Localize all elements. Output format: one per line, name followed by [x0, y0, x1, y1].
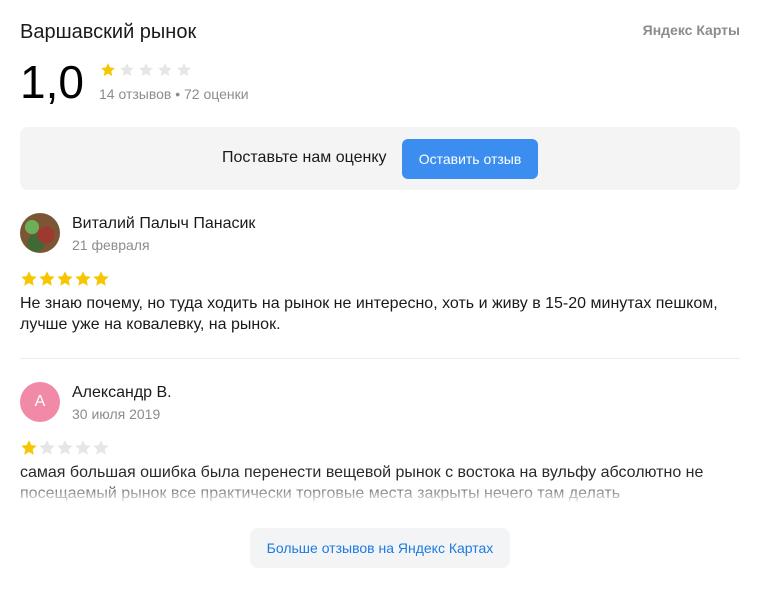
star-empty-icon [57, 440, 73, 455]
star-empty-icon [177, 63, 191, 76]
star-empty-icon [120, 63, 134, 76]
star-filled-icon [21, 271, 37, 286]
star-empty-icon [75, 440, 91, 455]
review-date: 21 февраля [72, 237, 150, 253]
review-stars [20, 270, 110, 288]
star-empty-icon [93, 440, 109, 455]
review-author: Виталий Палыч Панасик [72, 215, 256, 232]
star-empty-icon [139, 63, 153, 76]
rate-us-panel: Поставьте нам оценку Оставить отзыв [20, 127, 740, 190]
avatar: А [20, 382, 60, 422]
avatar [20, 213, 60, 253]
star-filled-icon [21, 440, 37, 455]
star-empty-icon [39, 440, 55, 455]
divider [20, 358, 740, 359]
yandex-maps-brand[interactable]: Яндекс Карты [643, 22, 740, 38]
place-name: Варшавский рынок [20, 21, 197, 43]
review-stars [20, 439, 110, 457]
review-text: Не знаю почему, но туда ходить на рынок … [20, 295, 718, 333]
star-empty-icon [158, 63, 172, 76]
rating-value: 1,0 [20, 56, 84, 108]
star-filled-icon [57, 271, 73, 286]
star-filled-icon [39, 271, 55, 286]
header: Варшавский рынок Яндекс Карты [20, 18, 740, 46]
leave-review-button[interactable]: Оставить отзыв [402, 139, 538, 179]
review-text: самая большая ошибка была перенести веще… [20, 464, 704, 502]
star-filled-icon [75, 271, 91, 286]
review-author: Александр В. [72, 384, 172, 401]
rate-us-text: Поставьте нам оценку [222, 149, 387, 166]
review-date: 30 июля 2019 [72, 406, 161, 422]
more-reviews-button[interactable]: Больше отзывов на Яндекс Картах [250, 528, 510, 568]
star-filled-icon [101, 63, 115, 76]
rating-stars [100, 62, 195, 78]
star-filled-icon [93, 271, 109, 286]
rating-stats: 14 отзывов • 72 оценки [99, 86, 249, 102]
